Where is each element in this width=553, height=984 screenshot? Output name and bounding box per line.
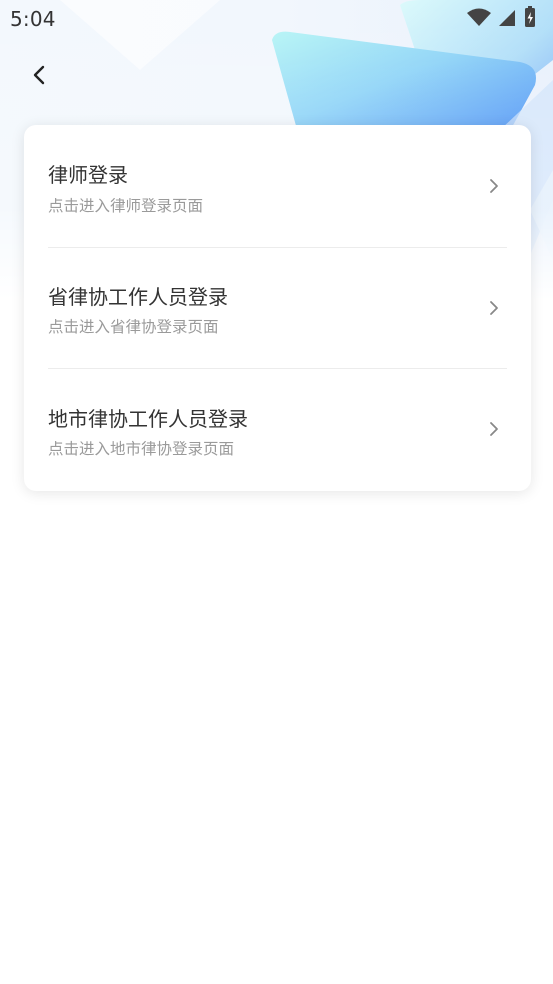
battery-icon bbox=[525, 6, 535, 27]
status-icons bbox=[465, 6, 545, 30]
back-button[interactable] bbox=[22, 58, 56, 92]
signal-icon bbox=[499, 10, 515, 26]
item-subtitle: 点击进入律师登录页面 bbox=[48, 197, 204, 215]
chevron-right-icon bbox=[490, 179, 498, 193]
item-title: 律师登录 bbox=[48, 163, 128, 187]
status-time: 5:04 bbox=[10, 7, 56, 31]
chevron-right-icon bbox=[490, 422, 498, 436]
chevron-left-icon bbox=[33, 65, 45, 85]
login-options-card: 律师登录 点击进入律师登录页面 省律协工作人员登录 点击进入省律协登录页面 地市… bbox=[24, 125, 531, 491]
wifi-icon bbox=[467, 8, 491, 26]
status-bar: 5:04 bbox=[0, 0, 553, 38]
item-subtitle: 点击进入地市律协登录页面 bbox=[48, 440, 235, 458]
provincial-association-login-item[interactable]: 省律协工作人员登录 点击进入省律协登录页面 bbox=[24, 247, 531, 367]
item-subtitle: 点击进入省律协登录页面 bbox=[48, 318, 219, 336]
item-title: 省律协工作人员登录 bbox=[48, 285, 228, 309]
item-title: 地市律协工作人员登录 bbox=[48, 407, 248, 431]
lawyer-login-item[interactable]: 律师登录 点击进入律师登录页面 bbox=[24, 125, 531, 245]
chevron-right-icon bbox=[490, 301, 498, 315]
municipal-association-login-item[interactable]: 地市律协工作人员登录 点击进入地市律协登录页面 bbox=[24, 368, 531, 488]
